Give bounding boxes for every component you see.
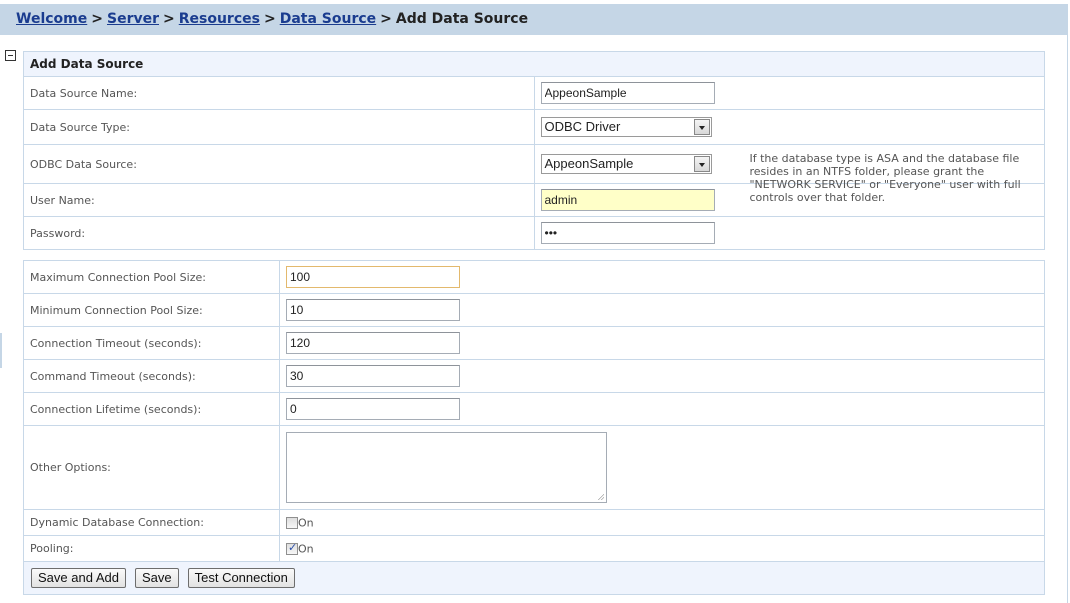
pooling-on-label: On [298,542,314,556]
connection-timeout-input[interactable] [286,332,460,354]
pooling-checkbox[interactable] [286,541,298,555]
pooling-label: Pooling: [23,535,280,562]
breadcrumb-link-server[interactable]: Server [107,11,159,27]
connection-lifetime-input[interactable] [286,398,460,420]
odbc-data-source-value: AppeonSample [544,156,634,171]
odbc-hint-line1: If the database type is ASA and the data… [749,152,1020,178]
dropdown-arrow-icon[interactable] [693,156,710,172]
odbc-hint: If the database type is ASA and the data… [750,152,1045,204]
min-pool-size-input[interactable] [286,299,460,321]
frame-splitter-handle[interactable] [0,333,2,368]
odbc-hint-line2: "NETWORK SERVICE" or "Everyone" user wit… [749,178,1021,204]
data-source-name-input[interactable] [540,82,715,104]
save-button[interactable]: Save [134,568,179,588]
data-source-type-value: ODBC Driver [544,119,621,134]
row-other-options: Other Options: [23,425,1045,510]
section-title: Add Data Source [23,51,1045,77]
data-source-type-select[interactable]: ODBC Driver [540,117,712,137]
row-command-timeout: Command Timeout (seconds): [23,359,1045,393]
collapse-minus-icon[interactable] [5,50,16,61]
data-source-type-label: Data Source Type: [23,109,535,145]
breadcrumb-separator: > [263,11,276,27]
right-frame-border [1067,35,1068,603]
breadcrumb-separator: > [380,11,392,27]
password-input[interactable] [540,222,715,244]
dynamic-db-connection-label: Dynamic Database Connection: [23,509,280,536]
row-dynamic-db-connection: Dynamic Database Connection: On [23,509,1045,536]
breadcrumb-separator: > [91,11,103,27]
max-pool-size-input[interactable] [286,266,460,288]
breadcrumb-separator: > [163,11,175,27]
row-password: Password: [23,216,1045,250]
row-min-pool-size: Minimum Connection Pool Size: [23,293,1045,327]
save-and-add-button[interactable]: Save and Add [31,568,126,588]
command-timeout-input[interactable] [286,365,460,387]
data-source-name-label: Data Source Name: [23,76,535,110]
pool-settings-table: Maximum Connection Pool Size: Minimum Co… [23,260,1045,595]
min-pool-size-label: Minimum Connection Pool Size: [23,293,280,327]
other-options-label: Other Options: [23,425,280,510]
row-max-pool-size: Maximum Connection Pool Size: [23,260,1045,294]
dynamic-db-connection-checkbox[interactable] [286,516,298,529]
test-connection-button[interactable]: Test Connection [187,568,295,588]
odbc-data-source-select[interactable]: AppeonSample [540,154,712,174]
button-row: Save and Add Save Test Connection [23,561,1045,595]
dropdown-arrow-icon[interactable] [693,119,710,135]
row-data-source-name: Data Source Name: [23,76,1045,110]
breadcrumb-current: Add Data Source [395,11,529,27]
odbc-data-source-label: ODBC Data Source: [23,144,535,184]
dynamic-db-connection-on-label: On [298,516,314,530]
command-timeout-label: Command Timeout (seconds): [23,359,280,393]
user-name-input[interactable] [540,189,715,211]
breadcrumb-link-resources[interactable]: Resources [179,11,260,27]
max-pool-size-label: Maximum Connection Pool Size: [23,260,280,294]
row-pooling: Pooling: On [23,535,1045,562]
breadcrumb-link-data-source[interactable]: Data Source [280,11,376,27]
breadcrumb-link-welcome[interactable]: Welcome [16,11,87,27]
row-odbc-data-source: ODBC Data Source: AppeonSample If the da… [23,144,1045,204]
connection-lifetime-label: Connection Lifetime (seconds): [23,392,280,426]
connection-settings-table: Add Data Source Data Source Name: Data S… [23,51,1045,250]
password-label: Password: [23,216,535,250]
connection-timeout-label: Connection Timeout (seconds): [23,326,280,360]
user-name-label: User Name: [23,183,535,217]
row-connection-lifetime: Connection Lifetime (seconds): [23,392,1045,426]
row-connection-timeout: Connection Timeout (seconds): [23,326,1045,360]
row-data-source-type: Data Source Type: ODBC Driver [23,109,1045,145]
other-options-textarea[interactable] [286,432,607,503]
breadcrumb: Welcome > Server > Resources > Data Source > Add… [0,4,1068,35]
